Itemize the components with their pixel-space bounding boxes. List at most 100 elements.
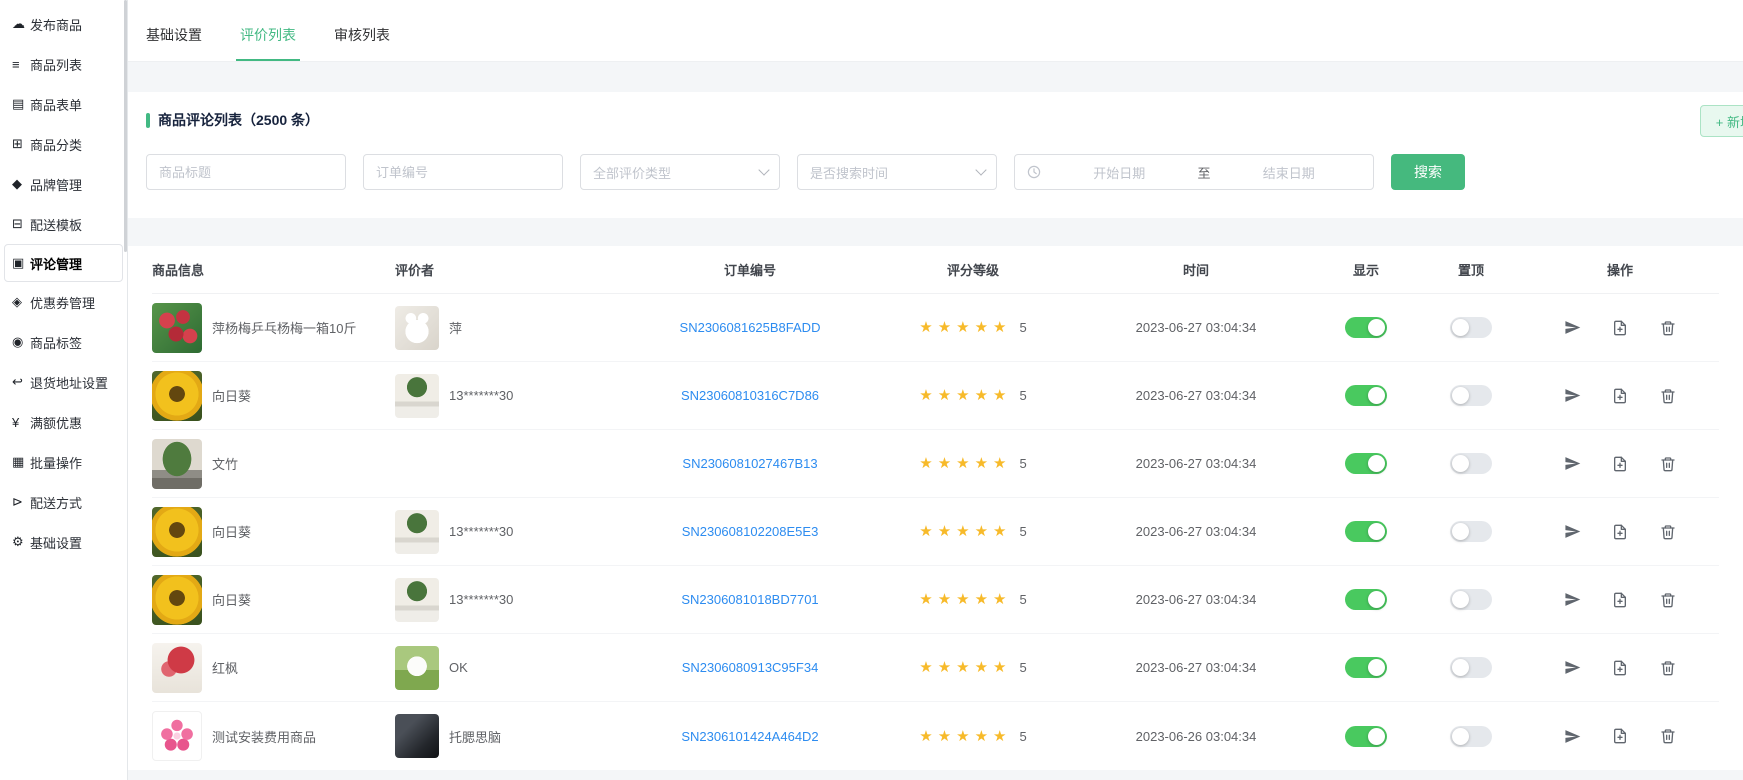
- paper-plane-icon[interactable]: [1563, 591, 1581, 609]
- paper-plane-icon[interactable]: [1563, 523, 1581, 541]
- paper-plane-icon[interactable]: [1563, 455, 1581, 473]
- file-plus-icon[interactable]: [1611, 387, 1629, 405]
- file-plus-icon[interactable]: [1611, 591, 1629, 609]
- order-no-input[interactable]: [363, 154, 563, 190]
- sidebar-item-product-tags[interactable]: ◉ 商品标签: [0, 322, 127, 362]
- file-plus-icon[interactable]: [1611, 455, 1629, 473]
- product-name: 萍杨梅乒乓杨梅一箱10斤: [212, 318, 356, 337]
- pin-toggle[interactable]: [1450, 589, 1492, 610]
- trash-icon[interactable]: [1659, 523, 1677, 541]
- pin-toggle[interactable]: [1450, 657, 1492, 678]
- paper-plane-icon[interactable]: [1563, 727, 1581, 745]
- sidebar-item-product-category[interactable]: ⊞ 商品分类: [0, 124, 127, 164]
- time-search-select[interactable]: 是否搜索时间: [797, 154, 997, 190]
- date-range-picker[interactable]: 开始日期 至 结束日期: [1014, 154, 1374, 190]
- column-header-rating: 评分等级: [865, 260, 1081, 279]
- review-time: 2023-06-27 03:04:34: [1136, 388, 1257, 403]
- review-type-select[interactable]: 全部评价类型: [580, 154, 780, 190]
- sidebar-item-product-list[interactable]: ≡ 商品列表: [0, 44, 127, 84]
- sidebar-item-brand-management[interactable]: ◆ 品牌管理: [0, 164, 127, 204]
- rating-value: 5: [1020, 524, 1027, 539]
- sidebar-item-return-address-settings[interactable]: ↩ 退货地址设置: [0, 362, 127, 402]
- sidebar-item-product-form[interactable]: ▤ 商品表单: [0, 84, 127, 124]
- pin-cell: [1421, 385, 1521, 406]
- order-number-link[interactable]: SN230608102208E5E3: [682, 524, 819, 539]
- sidebar-item-basic-settings[interactable]: ⚙ 基础设置: [0, 522, 127, 562]
- end-date-input[interactable]: 结束日期: [1217, 163, 1362, 182]
- file-plus-icon[interactable]: [1611, 523, 1629, 541]
- order-number-link[interactable]: SN2306080913C95F34: [682, 660, 819, 675]
- file-plus-icon[interactable]: [1611, 727, 1629, 745]
- tab-audit-list[interactable]: 审核列表: [332, 25, 392, 61]
- sidebar-item-delivery-method[interactable]: ⊳ 配送方式: [0, 482, 127, 522]
- discount-icon: ¥: [12, 415, 30, 430]
- sidebar: ☁ 发布商品 ≡ 商品列表 ▤ 商品表单 ⊞ 商品分类 ◆ 品牌管理 ⊟ 配送模…: [0, 0, 128, 780]
- order-cell: SN23060810316C7D86: [635, 388, 865, 403]
- pin-cell: [1421, 726, 1521, 747]
- trash-icon[interactable]: [1659, 319, 1677, 337]
- trash-icon[interactable]: [1659, 455, 1677, 473]
- sidebar-item-comment-management[interactable]: ▣ 评论管理: [4, 244, 123, 282]
- sidebar-item-batch-operation[interactable]: ▦ 批量操作: [0, 442, 127, 482]
- trash-icon[interactable]: [1659, 387, 1677, 405]
- show-toggle[interactable]: [1345, 726, 1387, 747]
- file-plus-icon[interactable]: [1611, 319, 1629, 337]
- rating-cell: ★★★★★ 5: [865, 592, 1081, 607]
- rating-value: 5: [1020, 660, 1027, 675]
- file-plus-icon[interactable]: [1611, 659, 1629, 677]
- sidebar-item-label: 商品表单: [30, 95, 82, 114]
- operations-cell: [1521, 523, 1719, 541]
- order-number-link[interactable]: SN2306101424A464D2: [681, 729, 818, 744]
- show-toggle[interactable]: [1345, 521, 1387, 542]
- show-toggle[interactable]: [1345, 317, 1387, 338]
- paper-plane-icon[interactable]: [1563, 387, 1581, 405]
- pin-toggle[interactable]: [1450, 453, 1492, 474]
- coupon-icon: ◈: [12, 294, 30, 310]
- panel-header: 商品评论列表（2500 条） + 新增: [146, 110, 1719, 130]
- pin-cell: [1421, 317, 1521, 338]
- reviewer-avatar: [395, 306, 439, 350]
- paper-plane-icon[interactable]: [1563, 319, 1581, 337]
- tab-basic-settings[interactable]: 基础设置: [144, 25, 204, 61]
- table-row: 向日葵 13*******30 SN230608102208E5E3 ★★★★★…: [152, 498, 1719, 566]
- operations-cell: [1521, 387, 1719, 405]
- reviewer-avatar: [395, 374, 439, 418]
- order-number-link[interactable]: SN2306081027467B13: [682, 456, 817, 471]
- start-date-input[interactable]: 开始日期: [1047, 163, 1192, 182]
- trash-icon[interactable]: [1659, 727, 1677, 745]
- trash-icon[interactable]: [1659, 659, 1677, 677]
- reviewer-cell: OK: [395, 646, 635, 690]
- sidebar-scrollbar[interactable]: [124, 0, 127, 252]
- tab-label: 基础设置: [146, 27, 202, 43]
- trash-icon[interactable]: [1659, 591, 1677, 609]
- pin-toggle[interactable]: [1450, 385, 1492, 406]
- show-toggle[interactable]: [1345, 385, 1387, 406]
- sidebar-item-delivery-template[interactable]: ⊟ 配送模板: [0, 204, 127, 244]
- paper-plane-icon[interactable]: [1563, 659, 1581, 677]
- tab-review-list[interactable]: 评价列表: [238, 25, 298, 61]
- show-toggle[interactable]: [1345, 453, 1387, 474]
- show-toggle[interactable]: [1345, 589, 1387, 610]
- show-toggle[interactable]: [1345, 657, 1387, 678]
- order-number-link[interactable]: SN23060810316C7D86: [681, 388, 819, 403]
- sidebar-item-label: 商品分类: [30, 135, 82, 154]
- sidebar-item-full-amount-discount[interactable]: ¥ 满额优惠: [0, 402, 127, 442]
- time-cell: 2023-06-26 03:04:34: [1081, 729, 1311, 744]
- review-time: 2023-06-27 03:04:34: [1136, 592, 1257, 607]
- filter-bar: 全部评价类型 是否搜索时间 开始日期 至 结束日期 搜索: [146, 154, 1719, 190]
- pin-toggle[interactable]: [1450, 317, 1492, 338]
- product-title-input[interactable]: [146, 154, 346, 190]
- sidebar-item-coupon-management[interactable]: ◈ 优惠券管理: [0, 282, 127, 322]
- pin-cell: [1421, 657, 1521, 678]
- pin-toggle[interactable]: [1450, 521, 1492, 542]
- order-number-link[interactable]: SN2306081625B8FADD: [680, 320, 821, 335]
- order-number-link[interactable]: SN2306081018BD7701: [681, 592, 818, 607]
- sidebar-item-publish-product[interactable]: ☁ 发布商品: [0, 4, 127, 44]
- reviewer-avatar: [395, 646, 439, 690]
- search-button[interactable]: 搜索: [1391, 154, 1465, 190]
- category-icon: ⊞: [12, 136, 30, 152]
- product-name: 红枫: [212, 658, 238, 677]
- add-button[interactable]: + 新增: [1700, 105, 1743, 137]
- product-info-cell: 萍杨梅乒乓杨梅一箱10斤: [152, 303, 395, 353]
- pin-toggle[interactable]: [1450, 726, 1492, 747]
